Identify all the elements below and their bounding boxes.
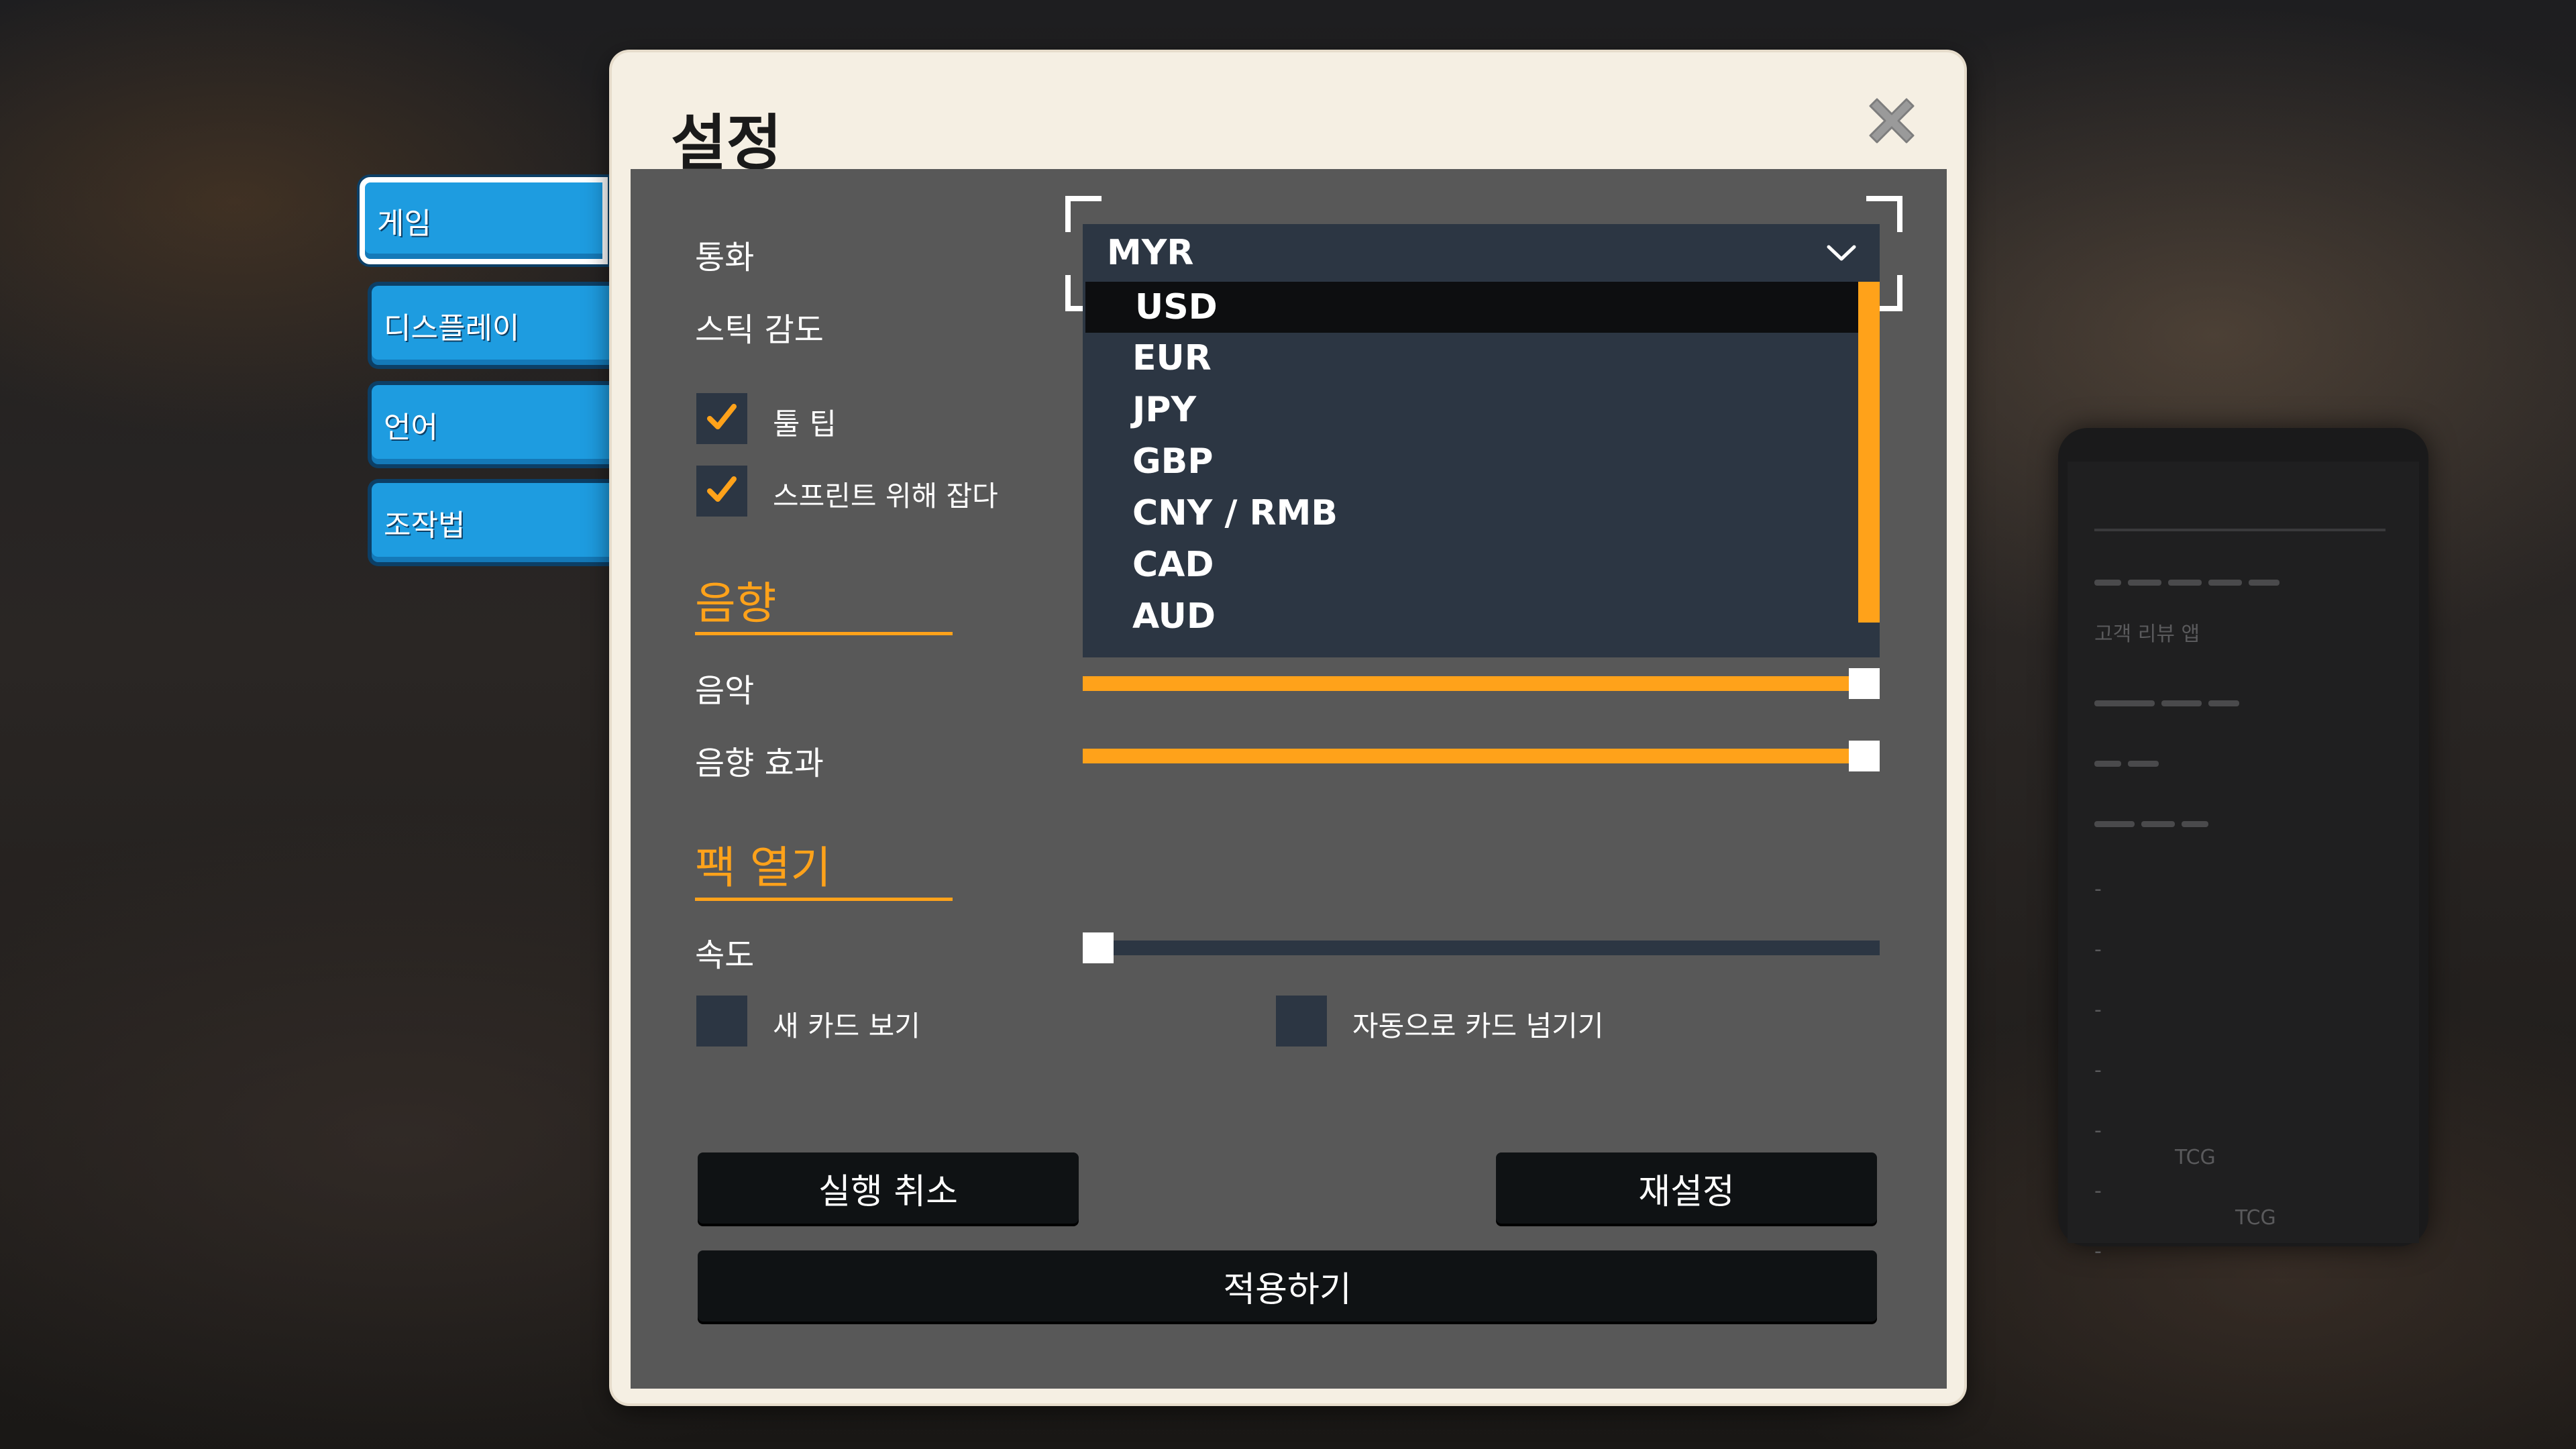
phone-app-label: 고객 리뷰 앱 xyxy=(2094,623,2200,646)
checkmark-icon xyxy=(707,476,737,502)
tab-display[interactable]: 디스플레이 xyxy=(368,282,616,369)
tab-game[interactable]: 게임 xyxy=(360,177,608,264)
currency-option-jpy[interactable]: JPY xyxy=(1083,384,1861,435)
currency-option-cad[interactable]: CAD xyxy=(1083,539,1861,590)
cancel-button[interactable]: 실행 취소 xyxy=(698,1152,1079,1224)
background-phone: 고객 리뷰 앱 - - - - - - - TCG TCG xyxy=(2058,428,2428,1263)
sfx-slider-fill xyxy=(1083,749,1880,763)
tab-language[interactable]: 언어 xyxy=(368,381,616,468)
currency-option-usd[interactable]: USD xyxy=(1085,282,1864,333)
tab-game-label: 게임 xyxy=(377,207,431,241)
tab-controls-label: 조작법 xyxy=(384,508,466,543)
chevron-down-icon[interactable] xyxy=(1825,236,1858,272)
phone-item-tcg-1: TCG xyxy=(2175,1146,2216,1169)
speed-slider-track[interactable] xyxy=(1083,941,1880,955)
sound-heading: 음향 xyxy=(695,578,777,629)
stick-sensitivity-label: 스틱 감도 xyxy=(695,311,824,349)
currency-dropdown[interactable]: MYR xyxy=(1083,224,1880,282)
apply-button[interactable]: 적용하기 xyxy=(698,1250,1877,1322)
apply-button-label: 적용하기 xyxy=(1223,1269,1352,1310)
dialog-title: 설정 xyxy=(671,108,782,178)
currency-option-eur[interactable]: EUR xyxy=(1083,333,1861,384)
reset-button[interactable]: 재설정 xyxy=(1496,1152,1877,1224)
pack-opening-heading: 팩 열기 xyxy=(695,842,832,894)
show-new-cards-checkbox[interactable] xyxy=(696,996,747,1046)
sfx-slider-handle[interactable] xyxy=(1849,741,1880,771)
tooltip-checkbox[interactable] xyxy=(696,393,747,444)
music-label: 음악 xyxy=(695,672,755,710)
tab-controls[interactable]: 조작법 xyxy=(368,479,616,566)
show-new-cards-label: 새 카드 보기 xyxy=(773,1010,920,1042)
dropdown-scrollbar[interactable] xyxy=(1858,282,1880,623)
currency-option-gbp[interactable]: GBP xyxy=(1083,436,1861,487)
tab-display-label: 디스플레이 xyxy=(384,311,520,345)
tooltip-label: 툴 팁 xyxy=(773,407,837,441)
currency-option-cny[interactable]: CNY / RMB xyxy=(1083,488,1861,539)
currency-label: 통화 xyxy=(695,239,755,276)
hold-to-sprint-label: 스프린트 위해 잡다 xyxy=(773,480,998,513)
checkmark-icon xyxy=(707,404,737,429)
auto-flip-cards-checkbox[interactable] xyxy=(1276,996,1327,1046)
reset-button-label: 재설정 xyxy=(1638,1171,1735,1212)
music-slider-handle[interactable] xyxy=(1849,668,1880,699)
sound-heading-underline xyxy=(695,632,953,635)
currency-dropdown-value: MYR xyxy=(1107,233,1194,273)
phone-item-tcg-2: TCG xyxy=(2235,1206,2276,1230)
tab-language-label: 언어 xyxy=(384,411,438,445)
auto-flip-cards-label: 자동으로 카드 넘기기 xyxy=(1352,1010,1604,1042)
pack-opening-heading-underline xyxy=(695,898,953,901)
music-slider-fill xyxy=(1083,676,1880,691)
hold-to-sprint-checkbox[interactable] xyxy=(696,466,747,517)
close-icon[interactable] xyxy=(1858,87,1925,154)
sfx-label: 음향 효과 xyxy=(695,745,824,782)
speed-label: 속도 xyxy=(695,936,755,974)
cancel-button-label: 실행 취소 xyxy=(818,1171,958,1212)
speed-slider-handle[interactable] xyxy=(1083,932,1114,963)
currency-dropdown-list: USD EUR JPY GBP CNY / RMB CAD AUD xyxy=(1083,282,1880,657)
currency-option-aud[interactable]: AUD xyxy=(1083,591,1861,642)
